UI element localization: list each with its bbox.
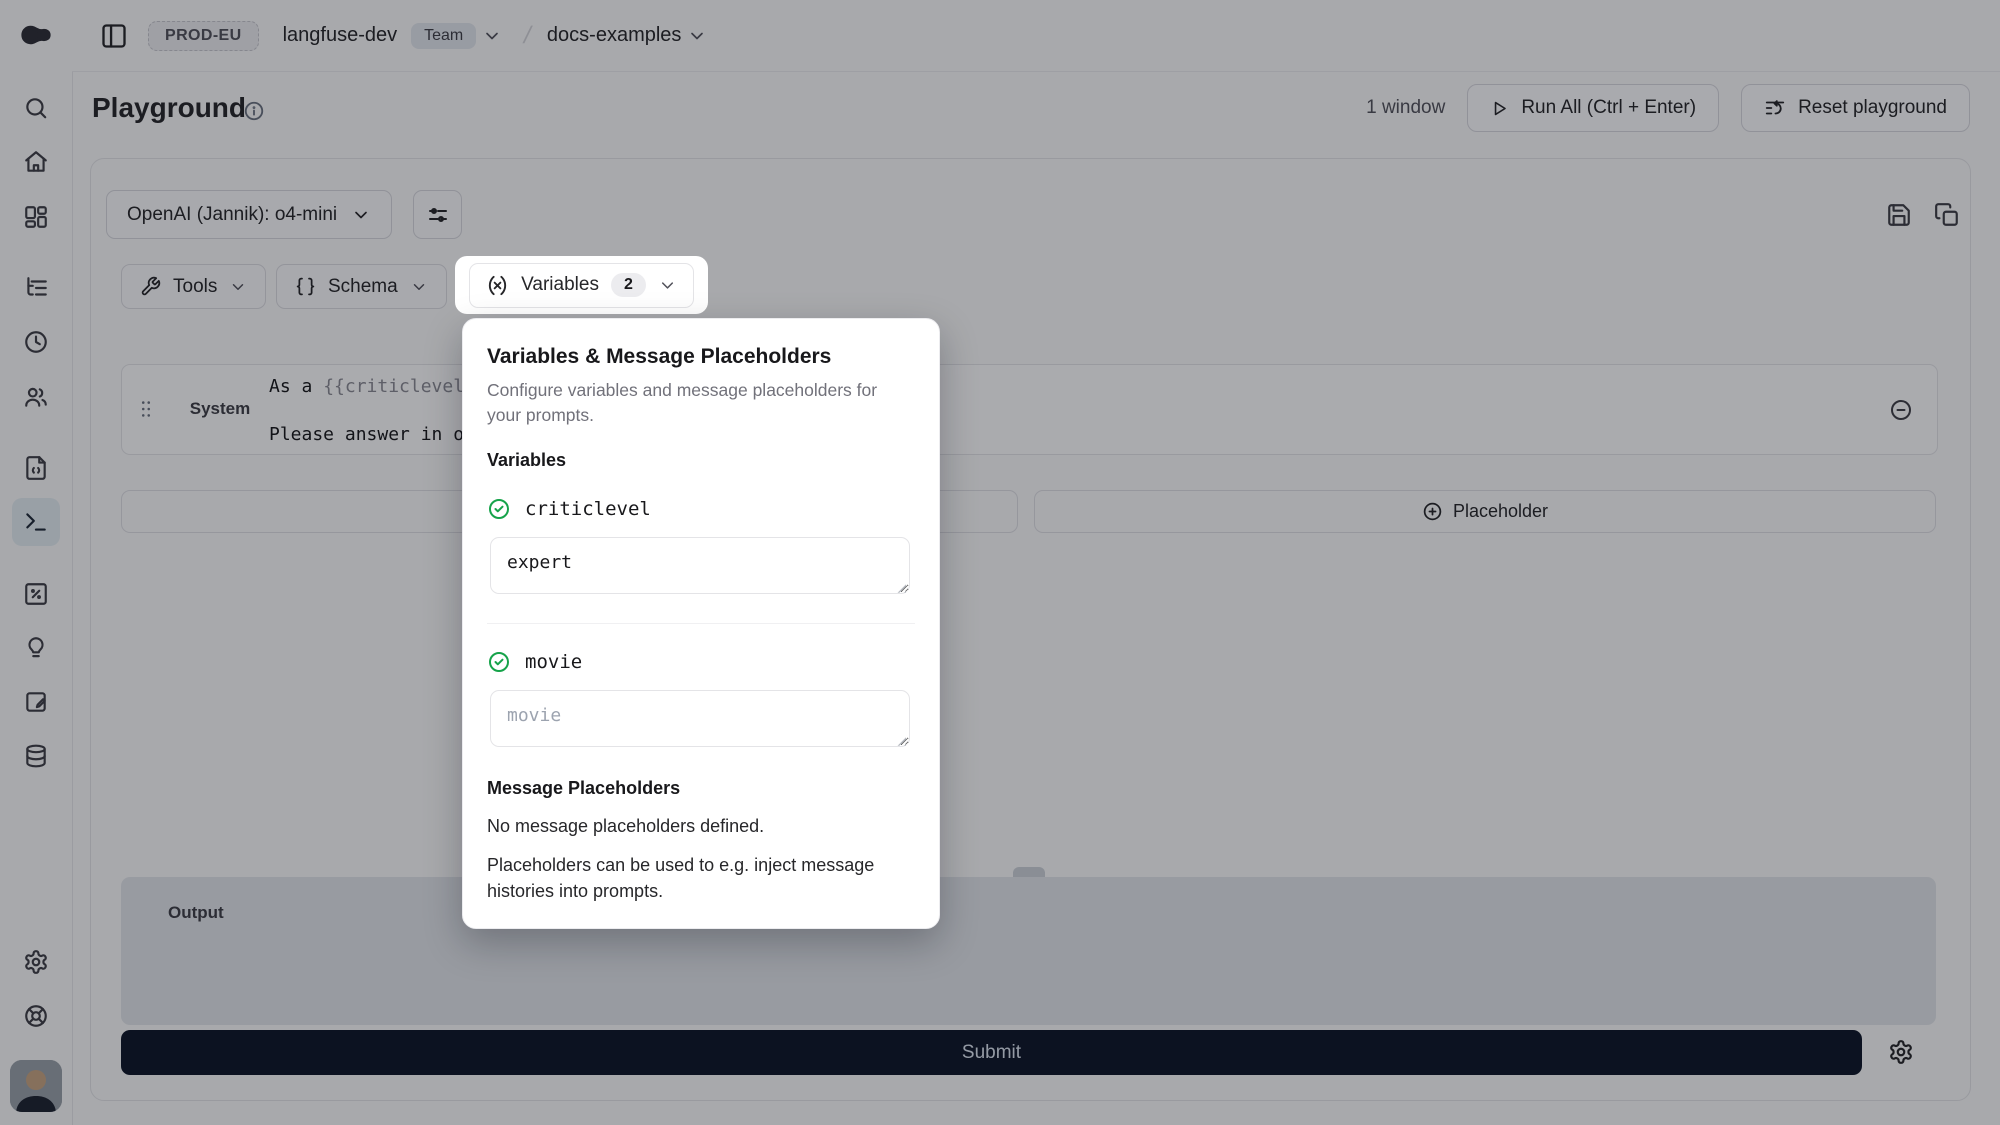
check-circle-icon: [487, 497, 511, 521]
variables-trigger-card: Variables 2: [455, 256, 708, 314]
variable-item: criticlevel expert: [487, 497, 915, 624]
variable-name: criticlevel: [525, 498, 651, 520]
popover-subtitle: Configure variables and message placehol…: [487, 378, 915, 428]
modal-overlay[interactable]: [0, 0, 2000, 1125]
variables-section-heading: Variables: [487, 450, 915, 471]
variables-popover: Variables & Message Placeholders Configu…: [462, 318, 940, 929]
placeholders-hint-text: Placeholders can be used to e.g. inject …: [487, 852, 887, 904]
popover-title: Variables & Message Placeholders: [487, 345, 915, 369]
placeholders-section-heading: Message Placeholders: [487, 778, 915, 799]
variable-icon: [486, 274, 509, 297]
check-circle-icon: [487, 650, 511, 674]
variable-name: movie: [525, 651, 582, 673]
chevron-down-icon: [658, 276, 677, 295]
placeholders-empty-text: No message placeholders defined.: [487, 816, 915, 837]
app-window: PROD-EU langfuse-dev Team / docs-example…: [0, 0, 2000, 1125]
variable-value-input[interactable]: expert: [490, 537, 910, 594]
variable-value-input[interactable]: [490, 690, 910, 747]
variables-dropdown[interactable]: Variables 2: [469, 263, 694, 308]
variable-item: movie: [487, 650, 915, 752]
variables-count-badge: 2: [611, 273, 646, 297]
divider: [487, 623, 915, 624]
